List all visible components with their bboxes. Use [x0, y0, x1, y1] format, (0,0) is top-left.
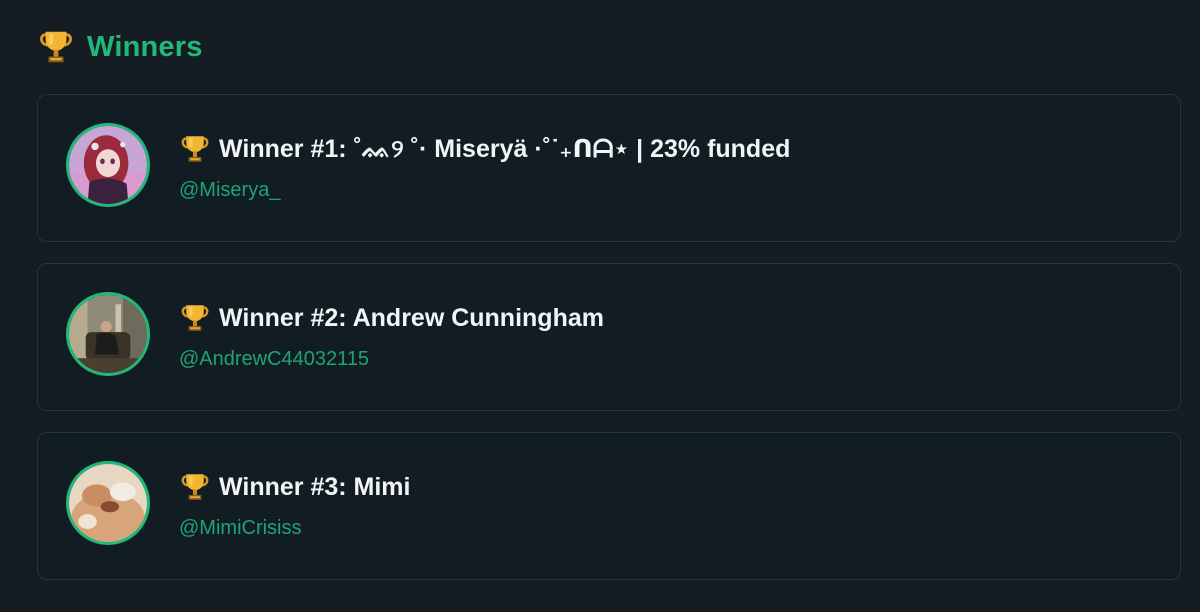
winners-page: Winners Winner #1: ˚ᨐ୨ ˚· Miseryä ·˚˙₊ᑎᗩ…: [0, 0, 1200, 612]
trophy-icon: [37, 27, 75, 67]
trophy-icon: [179, 302, 211, 334]
winner-title: Winner #2: Andrew Cunningham: [179, 302, 604, 334]
winner-card-1[interactable]: Winner #1: ˚ᨐ୨ ˚· Miseryä ·˚˙₊ᑎᗩ⋆ | 23% …: [37, 94, 1181, 242]
winner-handle[interactable]: @AndrewC44032115: [179, 348, 369, 371]
man-in-chair-avatar[interactable]: [66, 292, 150, 376]
winner-card-2[interactable]: Winner #2: Andrew Cunningham @AndrewC440…: [37, 263, 1181, 411]
winner-handle[interactable]: @Miserya_: [179, 179, 280, 202]
winner-name: Winner #3: Mimi: [219, 472, 411, 501]
trophy-icon: [179, 133, 211, 165]
winner-name: Winner #2: Andrew Cunningham: [219, 303, 604, 332]
winner-name: Winner #1: ˚ᨐ୨ ˚· Miseryä ·˚˙₊ᑎᗩ⋆ | 23% …: [219, 135, 791, 163]
winner-handle[interactable]: @MimiCrisiss: [179, 517, 302, 540]
trophy-icon: [179, 471, 211, 503]
section-header: Winners: [37, 24, 1181, 70]
cat-avatar[interactable]: [66, 461, 150, 545]
anime-girl-avatar[interactable]: [66, 123, 150, 207]
section-title: Winners: [87, 30, 203, 63]
winner-list: Winner #1: ˚ᨐ୨ ˚· Miseryä ·˚˙₊ᑎᗩ⋆ | 23% …: [37, 94, 1181, 601]
winner-title: Winner #3: Mimi: [179, 471, 410, 503]
winner-card-3[interactable]: Winner #3: Mimi @MimiCrisiss: [37, 432, 1181, 580]
winner-title: Winner #1: ˚ᨐ୨ ˚· Miseryä ·˚˙₊ᑎᗩ⋆ | 23% …: [179, 133, 790, 165]
